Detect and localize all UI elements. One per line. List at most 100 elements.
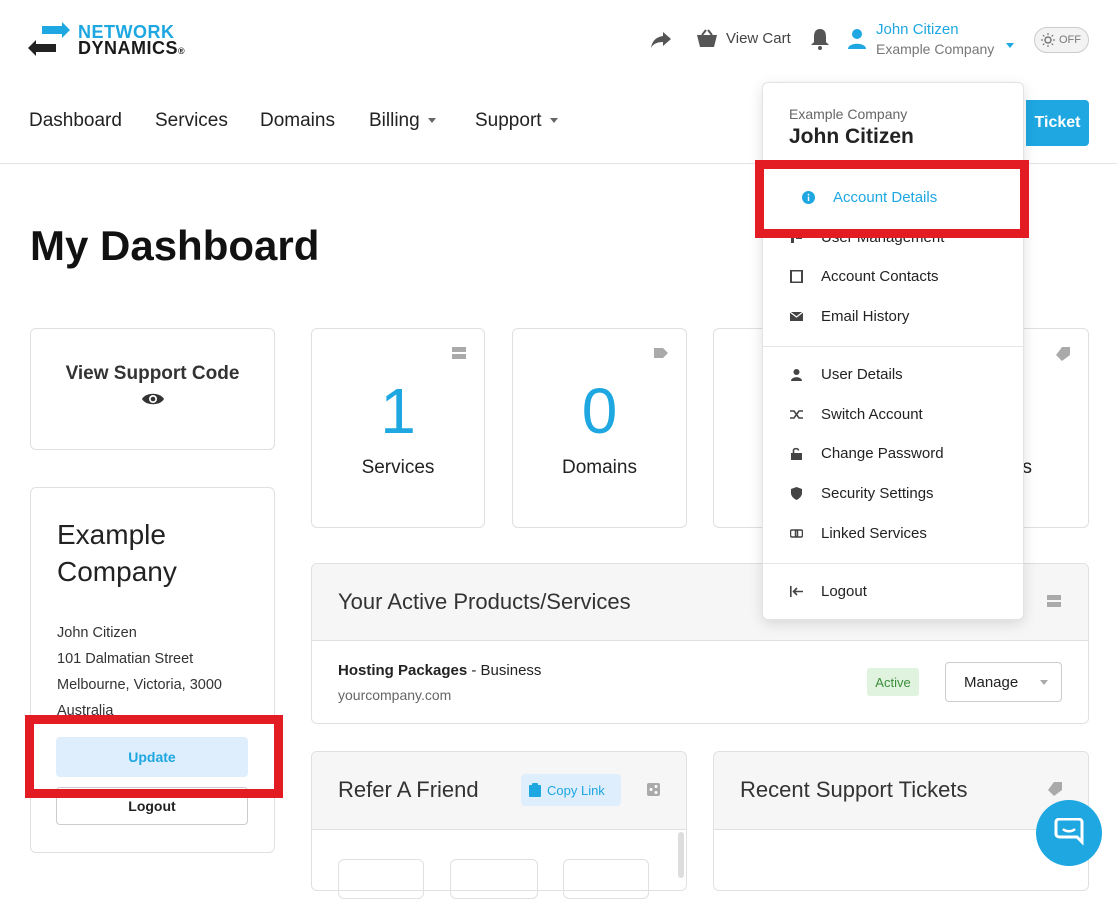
copy-link-label: Copy Link [547,782,605,798]
refer-panel-title: Refer A Friend [338,777,479,802]
nav-support-label: Support [475,110,542,131]
server-icon [452,347,466,359]
stat-services-card[interactable]: 1 Services [311,328,485,528]
share-icon[interactable] [650,30,672,50]
refer-a-friend-panel: Refer A Friend [311,751,687,899]
product-name: Hosting Packages [338,662,468,679]
product-plan: - Business [467,662,542,679]
refer-placeholder-card [450,859,538,899]
user-icon [791,369,802,381]
eye-icon [31,391,274,407]
random-icon [790,410,803,419]
notifications-bell-icon[interactable] [810,28,830,50]
toggle-state-label: OFF [1059,34,1081,46]
brand-logo[interactable]: NETWORK DYNAMICS® [28,20,203,62]
nav-services[interactable]: Services [155,110,228,132]
nav-domains[interactable]: Domains [260,110,335,132]
highlight-box-update [25,715,283,798]
menu-item-label: Switch Account [821,406,923,423]
company-address: John Citizen 101 Dalmatian Street Melbou… [57,620,248,724]
sign-out-icon [790,586,803,597]
server-icon [1047,595,1061,607]
status-badge: Active [867,668,919,696]
address-line: John Citizen [57,625,137,641]
product-title[interactable]: Hosting Packages - Business [338,662,541,679]
recent-support-tickets-panel: Recent Support Tickets [713,751,1089,891]
tag-icon [654,347,668,359]
refer-placeholder-card [338,859,424,899]
nav-dashboard[interactable]: Dashboard [29,110,122,132]
view-support-code-card[interactable]: View Support Code [30,328,275,450]
sun-icon [1041,33,1055,47]
stat-domains-count: 0 [581,375,618,447]
nav-billing[interactable]: Billing [369,110,436,132]
menu-item-linked-services[interactable]: Linked Services [790,525,927,542]
menu-item-logout[interactable]: Logout [790,583,867,600]
stat-services-label: Services [361,457,435,478]
user-avatar-icon[interactable] [847,27,867,51]
address-line: 101 Dalmatian Street [57,651,194,667]
chevron-down-icon [549,118,558,124]
chevron-down-icon [1040,679,1049,685]
tickets-panel-header: Recent Support Tickets [714,752,1088,830]
menu-item-label: Logout [821,583,867,600]
chat-bubble-icon [1054,818,1084,846]
menu-item-user-details[interactable]: User Details [790,366,903,383]
menu-item-label: Security Settings [821,485,934,502]
address-book-icon [790,270,803,283]
support-code-label: View Support Code [65,363,240,384]
address-line: Melbourne, Victoria, 3000 [57,677,222,693]
menu-item-label: User Details [821,366,903,383]
product-domain: yourcompany.com [338,687,452,703]
menu-item-label: Email History [821,308,910,325]
shield-icon [791,487,802,500]
dropdown-company: Example Company [789,106,908,122]
view-cart-link[interactable]: View Cart [726,30,791,47]
stat-domains-label: Domains [562,457,637,478]
manage-label: Manage [964,673,1019,691]
user-menu-company[interactable]: Example Company [876,41,994,57]
unlock-icon [791,447,802,460]
menu-divider [763,563,1023,564]
products-panel-title: Your Active Products/Services [338,589,631,614]
logo-arrows-icon [28,22,70,56]
open-ticket-button[interactable]: Ticket [1026,100,1089,146]
menu-item-label: Linked Services [821,525,927,542]
menu-item-email-history[interactable]: Email History [790,308,909,325]
menu-divider [763,346,1023,347]
user-menu-name[interactable]: John Citizen [876,21,959,38]
nav-billing-label: Billing [369,110,420,131]
link-icon [790,529,803,538]
envelope-icon [790,311,803,321]
user-menu-chevron-down-icon[interactable] [1006,37,1014,55]
tags-icon [1056,347,1070,361]
cart-icon[interactable] [696,29,718,49]
refer-placeholder-card [563,859,649,899]
refer-scrollbar[interactable] [678,832,684,878]
menu-item-label: Account Contacts [821,268,939,285]
refer-panel-header: Refer A Friend [312,752,686,830]
stat-services-count: 1 [380,375,416,447]
brand-line-2: DYNAMICS [78,37,179,58]
menu-item-security-settings[interactable]: Security Settings [790,485,934,502]
menu-item-account-contacts[interactable]: Account Contacts [790,268,939,285]
tickets-panel-title: Recent Support Tickets [740,777,968,802]
company-name: Example Company [57,519,177,587]
highlight-box-account-details [755,160,1029,238]
page-title: My Dashboard [30,222,320,269]
menu-item-change-password[interactable]: Change Password [790,445,944,462]
brand-registered-mark: ® [178,45,186,56]
manage-dropdown-button[interactable]: Manage [945,662,1062,702]
live-chat-button[interactable] [1036,800,1102,866]
share-alt-icon [647,783,660,796]
tags-icon [1048,782,1062,796]
copy-link-button[interactable]: Copy Link [521,774,621,806]
dropdown-user-name: John Citizen [789,125,914,148]
menu-item-switch-account[interactable]: Switch Account [790,406,923,423]
clipboard-icon [529,783,541,797]
stat-domains-card[interactable]: 0 Domains [512,328,687,528]
menu-item-label: Change Password [821,445,944,462]
chevron-down-icon [427,118,436,124]
dark-mode-toggle[interactable]: OFF [1034,27,1089,53]
nav-support[interactable]: Support [475,110,558,132]
